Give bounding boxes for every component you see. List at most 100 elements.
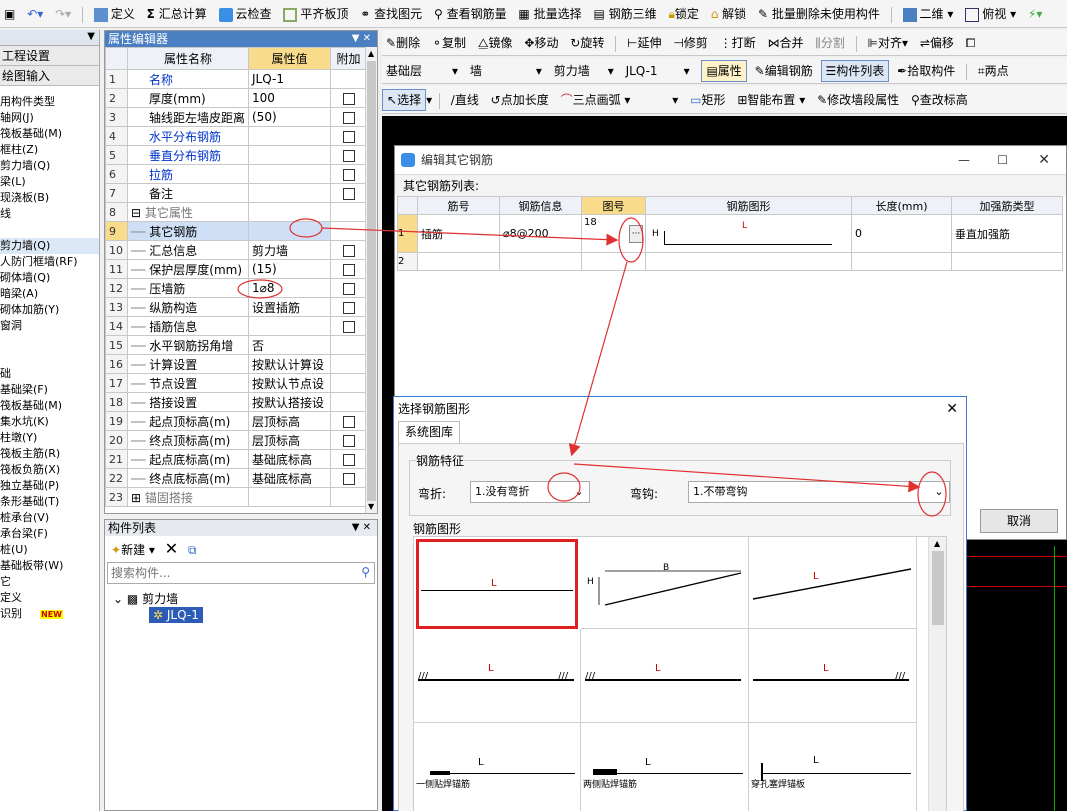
floor-chevron-icon[interactable]: ▾ [452,64,458,78]
tree-node-wall[interactable]: ⌄ ▩ 剪力墙 [113,590,377,607]
nav-item[interactable]: 集水坑(K) [0,414,99,430]
component-search-input[interactable] [108,563,348,583]
move-button[interactable]: ✥移动 [520,30,562,55]
shape-cell-hatched-right[interactable]: L /// [749,629,917,723]
nav-button-0[interactable]: 工程设置 [0,46,99,66]
nav-item[interactable]: 筏板基础(M) [0,126,99,142]
nav-item[interactable]: 筏板负筋(X) [0,462,99,478]
table-row[interactable]: 17 ── 节点设置 按默认节点设 [105,373,367,393]
lock-button[interactable]: 🔒︎锁定 [664,0,702,27]
maximize-button[interactable]: ☐ [997,146,1008,174]
arc-extra-dropdown[interactable]: ▾ [668,86,682,113]
attach-checkbox[interactable] [342,187,355,200]
table-row[interactable]: 4 水平分布钢筋 [105,126,367,146]
nav-item[interactable]: 窗洞 [0,318,99,334]
nav-item[interactable]: 它 [0,574,99,590]
mirror-button[interactable]: ⧋镜像 [474,30,517,55]
table-row[interactable]: 11 ── 保护层厚度(mm) (15) [105,259,367,279]
delete-icon[interactable]: ✕ [165,539,178,558]
nav-item[interactable]: 用构件类型 [0,94,99,110]
shape-cell-weld-two-sides[interactable]: L 两侧贴焊锚筋 [581,723,749,811]
collapse-icon[interactable]: ⌄ [113,592,123,606]
table-row[interactable]: 15 ── 水平钢筋拐角增否 [105,335,367,355]
subtype-chevron-icon[interactable]: ▾ [608,64,614,78]
nav-item[interactable]: 筏板主筋(R) [0,446,99,462]
component-name-select[interactable]: JLQ-1 [622,58,684,83]
table-row[interactable]: 2 [397,252,1063,271]
attach-checkbox[interactable] [342,263,355,276]
table-row[interactable]: 16 ── 计算设置 按默认计算设 [105,354,367,374]
nav-item[interactable]: 承台梁(F) [0,526,99,542]
tab-system-library[interactable]: 系统图库 [398,421,461,443]
table-row[interactable]: 21 ── 起点底标高(m) 基础底标高 [105,449,367,469]
merge-button[interactable]: ⋈合并 [763,30,807,55]
nav-item[interactable]: 现浇板(B) [0,190,99,206]
category-select[interactable]: 墙 [466,58,536,83]
panel-pin-close[interactable]: ▼ ✕ [352,520,371,536]
nav-item[interactable]: 筏板基础(M) [0,398,99,414]
nav-item[interactable]: 剪力墙(Q) [0,158,99,174]
view-2d-dropdown[interactable]: 二维 ▾ [899,0,958,27]
pick-component-button[interactable]: ✒拾取构件 [893,58,959,83]
undo-icon[interactable]: ↶▾ [23,0,47,27]
edit-rebar-button[interactable]: ✎编辑钢筋 [751,58,817,83]
attach-checkbox[interactable] [342,472,355,485]
name-chevron-icon[interactable]: ▾ [684,64,690,78]
table-row[interactable]: 10 ── 汇总信息 剪力墙 [105,240,367,260]
table-row[interactable]: 18 ── 搭接设置 按默认搭接设 [105,392,367,412]
redo-icon[interactable]: ↷▾ [51,0,75,27]
table-row[interactable]: 6 拉筋 [105,164,367,184]
nav-item[interactable]: 定义 [0,590,99,606]
two-point-button[interactable]: ⌗两点 [974,58,1013,83]
bend-select[interactable]: 1.没有弯折 ⌄ [470,481,590,503]
split-button[interactable]: ⫼分割 [811,30,849,55]
attach-checkbox[interactable] [342,149,355,162]
attach-checkbox[interactable] [342,244,355,257]
attach-checkbox[interactable] [342,130,355,143]
attach-checkbox[interactable] [342,434,355,447]
table-row[interactable]: 3 轴线距左墙皮距离 (50) [105,107,367,127]
nav-item[interactable]: 框柱(Z) [0,142,99,158]
attach-checkbox[interactable] [342,282,355,295]
copy-icon[interactable]: ⧉ [188,543,197,557]
nav-item[interactable]: 识别 NEW [0,606,99,622]
hook-select[interactable]: 1.不带弯钩 ⌄ [688,481,950,503]
delete-button[interactable]: ✎删除 [382,30,424,55]
table-row[interactable]: 20 ── 终点顶标高(m) 层顶标高 [105,430,367,450]
nav-item[interactable]: 桩(U) [0,542,99,558]
summary-calc-button[interactable]: Σ 汇总计算 [143,0,211,27]
chevron-down-icon[interactable]: ⌄ [571,482,587,502]
table-row[interactable]: 7 备注 [105,183,367,203]
shape-cell-inclined-l[interactable]: L [749,537,917,629]
properties-button[interactable]: ▤属性 [701,60,747,82]
rectangle-button[interactable]: ▭矩形 [686,86,729,113]
shape-cell-inclined-hb[interactable]: H B [581,537,749,629]
nav-item[interactable]: 基础梁(F) [0,382,99,398]
align-dropdown[interactable]: ⊫对齐▾ [864,30,913,55]
nav-item[interactable]: 砌体墙(Q) [0,270,99,286]
attach-checkbox[interactable] [342,92,355,105]
rotate-button[interactable]: ↻旋转 [566,30,608,55]
gallery-scroll-thumb[interactable] [932,551,944,625]
panel-pin-close[interactable]: ▼ ✕ [352,31,371,47]
shape-cell-straight[interactable]: L [416,539,578,629]
attach-checkbox[interactable] [342,111,355,124]
attach-checkbox[interactable] [342,453,355,466]
search-icon[interactable]: ⚲ [361,565,370,579]
line-button[interactable]: ∕直线 [447,86,483,113]
top-view-dropdown[interactable]: 俯视 ▾ [961,0,1020,27]
subtype-select[interactable]: 剪力墙 [550,58,608,83]
define-button[interactable]: 定义 [90,0,139,27]
nav-button-1[interactable]: 绘图输入 [0,66,99,86]
cloud-check-button[interactable]: 云检查 [215,0,276,27]
attach-checkbox[interactable] [342,168,355,181]
category-chevron-icon[interactable]: ▾ [536,64,542,78]
shape-cell-hatched-both[interactable]: L ////// [414,629,581,723]
nav-item[interactable]: 梁(L) [0,174,99,190]
nav-item[interactable]: 线 [0,206,99,222]
table-row[interactable]: 1 名称 JLQ-1 [105,69,367,89]
offset-button[interactable]: ⇌偏移 [916,30,958,55]
tree-node-jlq1[interactable]: ✲ JLQ-1 [149,607,203,623]
check-elevation-button[interactable]: ⚲查改标高 [907,86,972,113]
nav-item[interactable]: 剪力墙(Q) [0,238,99,254]
